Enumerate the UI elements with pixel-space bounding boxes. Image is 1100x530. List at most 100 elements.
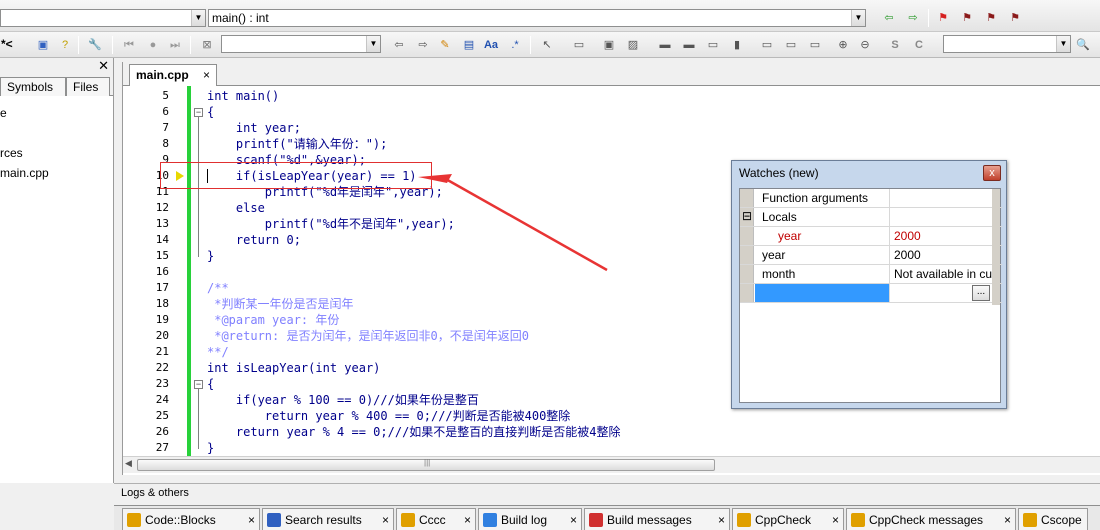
column-divider: [889, 284, 890, 302]
logs-panel-header: Logs & others: [114, 483, 1100, 502]
watch-value: Not available in cu: [894, 267, 993, 281]
find-prev-icon[interactable]: ⇦: [390, 36, 408, 54]
close-icon[interactable]: ✕: [98, 58, 109, 74]
chevron-down-icon: ▼: [191, 10, 205, 26]
next-bookmark-icon[interactable]: ⚑: [982, 9, 1000, 27]
line-number: 6: [162, 105, 169, 118]
cursor-icon[interactable]: ↖: [538, 36, 556, 54]
watches-scrollbar[interactable]: [992, 189, 1000, 305]
log-tab[interactable]: Cccc ×: [396, 508, 476, 530]
tree-item[interactable]: e: [0, 106, 7, 120]
code-line: return year % 4 == 0;///如果不是整百的直接判断是否能被4…: [207, 425, 621, 439]
line-number: 7: [162, 121, 169, 134]
watch-row-new[interactable]: ...: [740, 284, 1002, 303]
watches-window[interactable]: Watches (new) x Function arguments ⊟ Loc…: [731, 160, 1007, 409]
widget-2-icon[interactable]: ▭: [782, 36, 800, 54]
close-icon[interactable]: x: [983, 165, 1001, 181]
search-icon[interactable]: 🔍: [1074, 36, 1092, 54]
tab-main-cpp[interactable]: main.cpp ×: [129, 64, 217, 86]
tree-item-main-cpp[interactable]: main.cpp: [0, 166, 49, 180]
new-watch-cell[interactable]: [755, 284, 889, 302]
fold-toggle-icon[interactable]: −: [194, 108, 203, 117]
zoom-in-icon[interactable]: ⊕: [834, 36, 852, 54]
log-tab[interactable]: Build log ×: [478, 508, 582, 530]
select-icon[interactable]: ▤: [460, 36, 478, 54]
image-icon[interactable]: ▨: [624, 36, 642, 54]
close-icon[interactable]: ×: [203, 68, 210, 82]
jump-forward-icon[interactable]: ⇨: [904, 9, 922, 27]
log-tab-icon: [737, 513, 751, 527]
close-icon[interactable]: ×: [248, 513, 255, 527]
log-tab[interactable]: Cscope: [1018, 508, 1088, 530]
match-case-icon[interactable]: Aa: [482, 36, 500, 54]
line-number: 8: [162, 137, 169, 150]
chevron-down-icon: ▼: [366, 36, 380, 52]
watch-value: 2000: [894, 248, 921, 262]
step-back-icon[interactable]: ⏮: [120, 36, 138, 54]
log-tab[interactable]: CppCheck ×: [732, 508, 844, 530]
regex-icon[interactable]: .*: [506, 36, 524, 54]
close-icon[interactable]: ×: [718, 513, 725, 527]
rect-icon[interactable]: ▭: [570, 36, 588, 54]
close-icon[interactable]: ×: [1004, 513, 1011, 527]
prev-bookmark-icon[interactable]: ⚑: [958, 9, 976, 27]
watch-row[interactable]: ⊟ Locals: [740, 208, 1002, 227]
zoom-out-icon[interactable]: ⊖: [856, 36, 874, 54]
line-number: 16: [155, 265, 169, 278]
fold-toggle-icon[interactable]: −: [194, 380, 203, 389]
search-combo[interactable]: ▼: [221, 35, 381, 53]
tab-symbols[interactable]: Symbols: [0, 77, 66, 96]
close-icon[interactable]: ×: [570, 513, 577, 527]
help-icon[interactable]: ?: [56, 36, 74, 54]
tab-files[interactable]: Files: [66, 77, 110, 96]
scope-combo[interactable]: ▼: [0, 9, 206, 27]
close-icon[interactable]: ×: [464, 513, 471, 527]
frame-icon[interactable]: ▣: [600, 36, 618, 54]
watch-row[interactable]: month Not available in cu: [740, 265, 1002, 284]
function-combo[interactable]: main() : int ▼: [208, 9, 866, 27]
toolbar-separator: [190, 36, 191, 54]
code-line: *@return: 是否为闰年，是闰年返回非0，不是闰年返回0: [207, 329, 529, 343]
toolbar-separator: [530, 36, 531, 54]
bookmark-flag-icon[interactable]: ⚑: [934, 9, 952, 27]
find-next-icon[interactable]: ⇨: [414, 36, 432, 54]
breakpoint-window-icon[interactable]: ▣: [34, 36, 52, 54]
line-number: 22: [155, 361, 169, 374]
widget-3-icon[interactable]: ▭: [806, 36, 824, 54]
row-gutter: [740, 227, 754, 245]
record-icon[interactable]: ●: [144, 36, 162, 54]
collapse-icon[interactable]: ⊟: [742, 209, 752, 223]
edit-watch-button[interactable]: ...: [972, 285, 990, 301]
close-icon[interactable]: ×: [382, 513, 389, 527]
watch-row[interactable]: Function arguments: [740, 189, 1002, 208]
step-forward-icon[interactable]: ⏭: [166, 36, 184, 54]
log-tab[interactable]: Code::Blocks ×: [122, 508, 260, 530]
log-tab[interactable]: Build messages ×: [584, 508, 730, 530]
clear-bookmarks-icon[interactable]: ⚑: [1006, 9, 1024, 27]
layout-2-icon[interactable]: ▬: [680, 36, 698, 54]
highlight-icon[interactable]: ✎: [436, 36, 454, 54]
code-line: return 0;: [207, 233, 301, 247]
log-tab[interactable]: CppCheck messages ×: [846, 508, 1016, 530]
scroll-left-icon[interactable]: ◀: [125, 458, 132, 469]
log-tab[interactable]: Search results ×: [262, 508, 394, 530]
watch-row[interactable]: year 2000: [740, 246, 1002, 265]
c-icon[interactable]: C: [910, 36, 928, 54]
panel-closebar: ✕: [0, 58, 113, 74]
watch-row[interactable]: year 2000: [740, 227, 1002, 246]
code-line: *判断某一年份是否是闰年: [207, 297, 354, 311]
scroll-thumb[interactable]: |||: [137, 458, 715, 471]
horizontal-scrollbar[interactable]: ◀ |||: [123, 456, 1100, 473]
toolbar-separator: [78, 36, 79, 54]
layout-1-icon[interactable]: ▬: [656, 36, 674, 54]
jump-back-icon[interactable]: ⇦: [880, 9, 898, 27]
layout-3-icon[interactable]: ▭: [704, 36, 722, 54]
right-combo[interactable]: ▼: [943, 35, 1071, 53]
s-icon[interactable]: S: [886, 36, 904, 54]
close-icon[interactable]: ×: [832, 513, 839, 527]
wrench-icon[interactable]: 🔧: [86, 36, 104, 54]
widget-1-icon[interactable]: ▭: [758, 36, 776, 54]
tree-item[interactable]: rces: [0, 146, 23, 160]
clear-search-icon[interactable]: ⊠: [198, 36, 216, 54]
layout-4-icon[interactable]: ▮: [728, 36, 746, 54]
